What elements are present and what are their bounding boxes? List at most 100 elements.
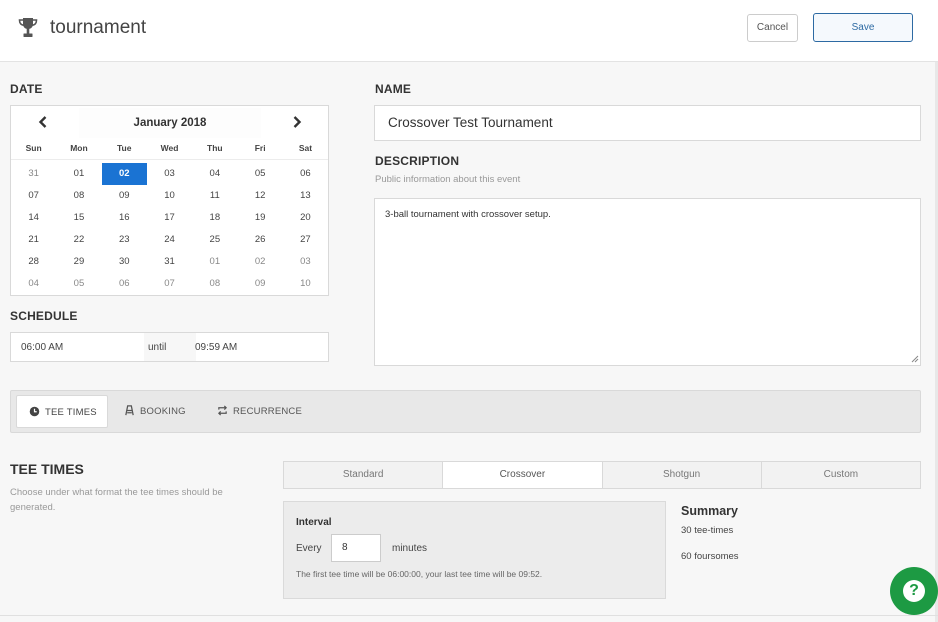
cancel-button[interactable]: Cancel [747, 14, 798, 42]
calendar-day[interactable]: 31 [147, 251, 192, 273]
calendar-day[interactable]: 11 [192, 185, 237, 207]
tee-times-title: TEE TIMES [10, 461, 84, 477]
summary-foursomes: 60 foursomes [681, 551, 739, 562]
date-label: DATE [10, 82, 43, 96]
tab-recurrence[interactable]: RECURRENCE [217, 395, 317, 428]
calendar-day[interactable]: 04 [11, 273, 56, 295]
calendar-day[interactable]: 06 [102, 273, 147, 295]
calendar-day[interactable]: 03 [147, 163, 192, 185]
calendar-day[interactable]: 16 [102, 207, 147, 229]
tab-label: TEE TIMES [45, 407, 97, 418]
calendar-day[interactable]: 29 [56, 251, 101, 273]
calendar-day[interactable]: 03 [283, 251, 328, 273]
format-option-shotgun[interactable]: Shotgun [603, 462, 762, 488]
calendar-header: January 2018 [11, 106, 328, 139]
schedule-from-input[interactable]: 06:00 AM [21, 333, 63, 362]
schedule-until-label: until [144, 333, 196, 361]
calendar-day[interactable]: 07 [147, 273, 192, 295]
tab-label: RECURRENCE [233, 406, 303, 417]
calendar-day[interactable]: 05 [56, 273, 101, 295]
divider [0, 615, 938, 616]
calendar-day[interactable]: 20 [283, 207, 328, 229]
calendar-day[interactable]: 09 [237, 273, 282, 295]
help-icon: ? [903, 580, 925, 602]
name-label: NAME [375, 82, 412, 96]
calendar-day[interactable]: 15 [56, 207, 101, 229]
calendar-day[interactable]: 08 [192, 273, 237, 295]
calendar-day[interactable]: 18 [192, 207, 237, 229]
calendar-day[interactable]: 26 [237, 229, 282, 251]
calendar-day[interactable]: 17 [147, 207, 192, 229]
description-label: DESCRIPTION [375, 154, 460, 168]
clock-icon [29, 406, 40, 417]
calendar-day[interactable]: 05 [237, 163, 282, 185]
calendar-month[interactable]: January 2018 [79, 108, 261, 138]
calendar-day[interactable]: 23 [102, 229, 147, 251]
calendar-day[interactable]: 01 [192, 251, 237, 273]
format-option-custom[interactable]: Custom [762, 462, 920, 488]
format-option-standard[interactable]: Standard [284, 462, 444, 488]
summary-title: Summary [681, 504, 738, 518]
schedule-label: SCHEDULE [10, 309, 78, 323]
tee-times-hint: Choose under what format the tee times s… [10, 487, 223, 513]
calendar-day[interactable]: 21 [11, 229, 56, 251]
calendar-day[interactable]: 24 [147, 229, 192, 251]
trophy-icon [18, 18, 38, 37]
calendar-day[interactable]: 10 [147, 185, 192, 207]
calendar-day[interactable]: 04 [192, 163, 237, 185]
weekday-label: Sun [25, 143, 42, 153]
calendar-day[interactable]: 22 [56, 229, 101, 251]
format-selector: Standard Crossover Shotgun Custom [283, 461, 921, 489]
help-button[interactable]: ? [890, 567, 938, 615]
interval-title: Interval [296, 517, 332, 528]
weekday-label: Wed [160, 143, 179, 153]
tab-tee-times[interactable]: TEE TIMES [16, 395, 108, 428]
schedule-to-input[interactable]: 09:59 AM [195, 333, 237, 362]
summary-tee-times: 30 tee-times [681, 525, 734, 536]
description-hint: Public information about this event [375, 174, 521, 185]
booking-icon [125, 405, 134, 416]
calendar-day[interactable]: 09 [102, 185, 147, 207]
description-textarea[interactable]: 3-ball tournament with crossover setup. [374, 198, 921, 366]
chevron-left-icon[interactable] [35, 114, 51, 130]
format-option-crossover[interactable]: Crossover [443, 462, 603, 488]
calendar-day[interactable]: 12 [237, 185, 282, 207]
calendar-day[interactable]: 31 [11, 163, 56, 185]
page-title: tournament [50, 17, 147, 38]
tab-booking[interactable]: BOOKING [124, 395, 204, 428]
date-calendar: January 2018 Sun Mon Tue Wed Thu Fri Sat… [10, 105, 329, 296]
top-bar: tournament Cancel Save [0, 0, 938, 62]
weekday-label: Thu [207, 143, 223, 153]
calendar-day[interactable]: 19 [237, 207, 282, 229]
calendar-day[interactable]: 08 [56, 185, 101, 207]
calendar-day[interactable]: 25 [192, 229, 237, 251]
recurrence-icon [217, 405, 228, 416]
weekday-label: Fri [254, 143, 266, 153]
calendar-day[interactable]: 06 [283, 163, 328, 185]
every-label: Every [296, 543, 322, 554]
weekday-label: Tue [117, 143, 132, 153]
calendar-day[interactable]: 27 [283, 229, 328, 251]
save-button[interactable]: Save [813, 13, 913, 42]
schedule-range: 06:00 AM until 09:59 AM [10, 332, 329, 362]
weekday-label: Mon [70, 143, 88, 153]
section-tabs: TEE TIMES BOOKING RECURRENCE [10, 390, 921, 433]
calendar-day[interactable]: 01 [56, 163, 101, 185]
resize-handle-icon[interactable] [910, 354, 919, 363]
calendar-day[interactable]: 14 [11, 207, 56, 229]
interval-input[interactable]: 8 [331, 534, 381, 562]
calendar-day[interactable]: 30 [102, 251, 147, 273]
calendar-day[interactable]: 10 [283, 273, 328, 295]
calendar-weekdays: Sun Mon Tue Wed Thu Fri Sat [11, 143, 328, 160]
calendar-day[interactable]: 07 [11, 185, 56, 207]
calendar-day[interactable]: 02 [101, 163, 147, 185]
interval-panel: Interval Every 8 minutes The first tee t… [283, 501, 666, 599]
name-input[interactable]: Crossover Test Tournament [374, 105, 921, 141]
calendar-days: 31 01 02 03 04 05 06 07 08 09 10 11 12 13 14 15 16 17 18 19… [11, 163, 328, 295]
interval-note: The first tee time will be 06:00:00, you… [296, 569, 543, 579]
tab-label: BOOKING [140, 406, 186, 417]
calendar-day[interactable]: 28 [11, 251, 56, 273]
calendar-day[interactable]: 02 [237, 251, 282, 273]
chevron-right-icon[interactable] [289, 114, 305, 130]
calendar-day[interactable]: 13 [283, 185, 328, 207]
